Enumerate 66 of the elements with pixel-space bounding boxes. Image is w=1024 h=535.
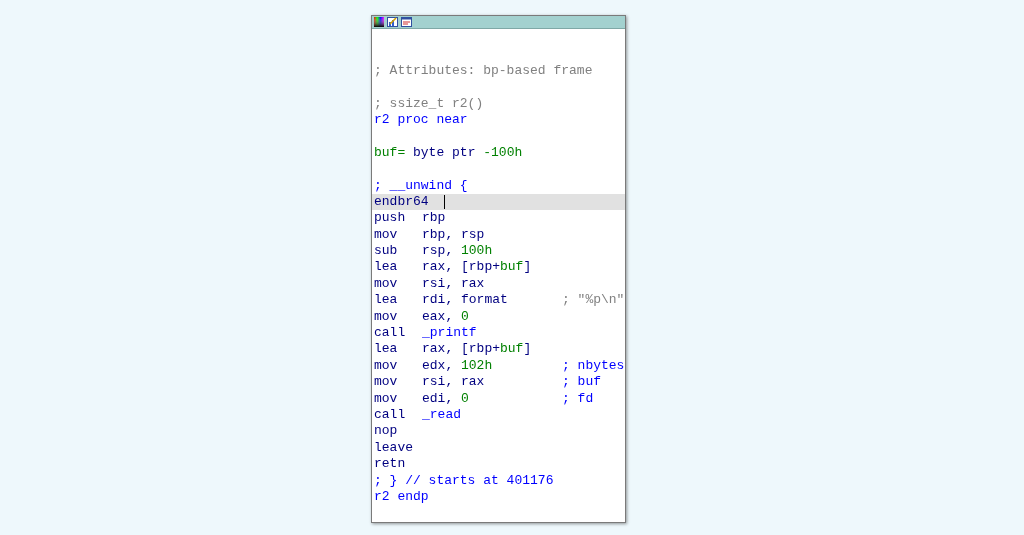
operand-text: rax, [rbp+buf] [422, 341, 532, 357]
listing-text: r2 endp [374, 488, 429, 506]
comment-text: ; buf [562, 374, 601, 391]
mnemonic: sub [374, 243, 398, 259]
operand-text: edi, 0 [422, 390, 469, 406]
code-line[interactable]: mov rsi, rax ; buf [372, 374, 625, 391]
code-line[interactable]: lea rax, [rbp+buf] [372, 341, 625, 358]
code-line[interactable]: mov eax, 0 [372, 308, 625, 326]
code-line[interactable]: call _read [372, 407, 625, 424]
code-line[interactable]: lea rax, [rbp+buf] [372, 259, 625, 276]
mnemonic: retn [374, 456, 406, 472]
code-line[interactable]: buf= byte ptr -100h [372, 144, 625, 162]
mnemonic: leave [374, 439, 413, 455]
code-line[interactable]: push rbp [372, 210, 625, 227]
mnemonic: endbr64 [374, 193, 429, 209]
operand-text: rsp, 100h [422, 243, 493, 259]
operand-text: rax, [rbp+buf] [422, 259, 532, 275]
mnemonic: mov [374, 374, 398, 390]
listing-text: buf= byte ptr -100h [374, 144, 523, 162]
mnemonic: lea [374, 341, 398, 357]
mnemonic: mov [374, 275, 398, 291]
window-icon[interactable] [401, 17, 412, 27]
code-line[interactable]: lea rdi, format ; "%p\n" [372, 292, 625, 309]
code-line[interactable]: sub rsp, 100h [372, 243, 625, 260]
mnemonic: mov [374, 308, 398, 324]
comment-text: ; fd [562, 390, 594, 407]
code-line[interactable]: ; __unwind { [372, 177, 625, 194]
mnemonic: mov [374, 390, 398, 406]
comment-text: ; nbytes [562, 357, 625, 375]
operand-text: _printf [422, 325, 477, 341]
listing-text: ; __unwind { [374, 177, 468, 194]
operand-text: eax, 0 [422, 308, 469, 324]
operand-text: rsi, rax [422, 275, 485, 291]
code-line[interactable]: mov rsi, rax [372, 275, 625, 293]
edit-icon[interactable] [387, 17, 398, 27]
code-line[interactable]: nop [372, 423, 625, 440]
listing-text: r2 proc near [374, 111, 468, 129]
code-line[interactable]: mov edx, 102h ; nbytes [372, 357, 625, 375]
mnemonic: call [374, 407, 406, 422]
mnemonic: mov [374, 226, 398, 242]
listing-text: ; } // starts at 401176 [374, 472, 554, 489]
code-line[interactable]: ; ssize_t r2() [372, 95, 625, 112]
mnemonic: mov [374, 357, 398, 373]
mnemonic: lea [374, 292, 398, 308]
code-line[interactable]: r2 proc near [372, 111, 625, 129]
code-line[interactable]: ; } // starts at 401176 [372, 472, 625, 489]
listing-text: ; ssize_t r2() [374, 95, 484, 112]
code-line[interactable]: leave [372, 439, 625, 457]
operand-text: rbp [422, 210, 446, 226]
operand-text: edx, 102h [422, 357, 493, 373]
palette-icon[interactable] [374, 17, 384, 27]
code-line[interactable]: mov edi, 0 ; fd [372, 390, 625, 407]
code-line[interactable]: mov rbp, rsp [372, 226, 625, 244]
operand-text: rbp, rsp [422, 226, 485, 242]
code-line[interactable]: retn [372, 456, 625, 473]
mnemonic: lea [374, 259, 398, 275]
operand-text: rsi, rax [422, 374, 485, 390]
comment-text: ; "%p\n" [562, 292, 625, 309]
mnemonic: call [374, 325, 406, 341]
mnemonic: nop [374, 423, 398, 439]
mnemonic: push [374, 210, 406, 226]
operand-text: _read [422, 407, 461, 422]
operand-text: rdi, format [422, 292, 508, 308]
code-line[interactable]: r2 endp [372, 488, 625, 506]
code-line[interactable]: call _printf [372, 325, 625, 342]
text-cursor [444, 194, 445, 209]
